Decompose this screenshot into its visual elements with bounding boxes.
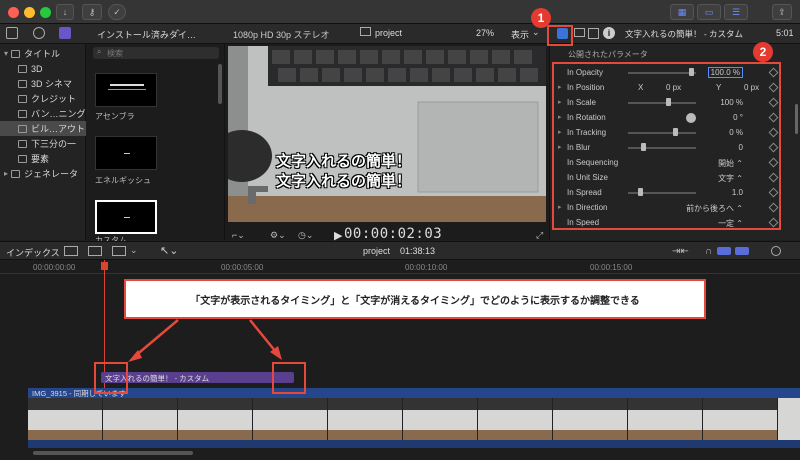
callout-arrows [128,319,282,362]
annotation-text: 「文字が表示されるタイミング」と「文字が消えるタイミング」でどのように表示するか… [190,295,640,307]
annotation-callout: 「文字が表示されるタイミング」と「文字が消えるタイミング」でどのように表示するか… [124,279,706,319]
